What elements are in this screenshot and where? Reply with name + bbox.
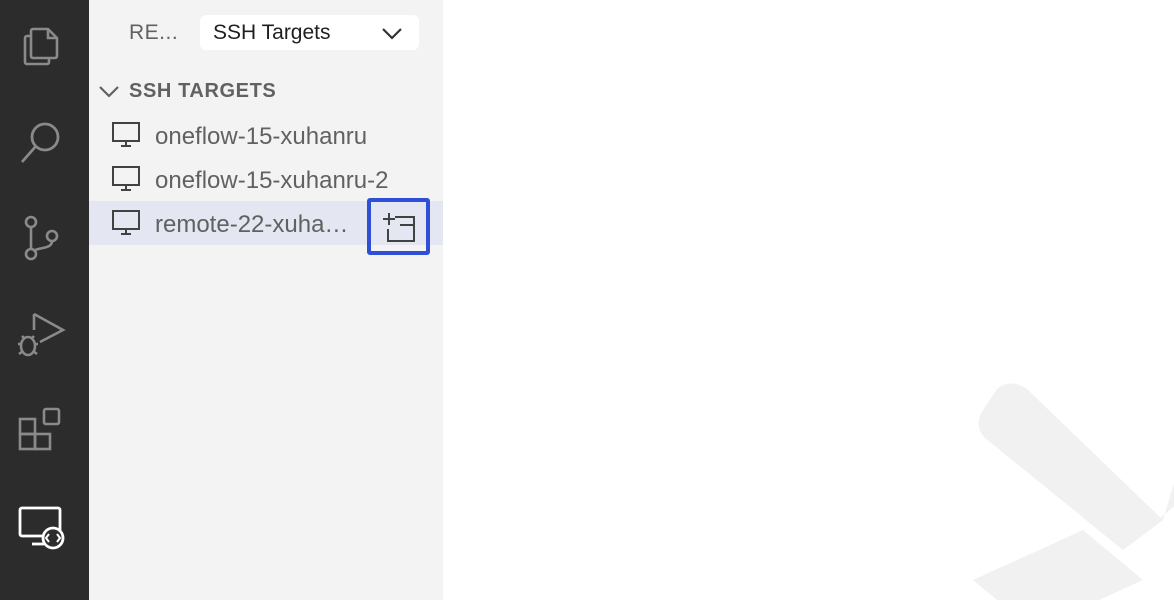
target-select-value: SSH Targets — [213, 21, 331, 44]
explorer-icon[interactable] — [16, 19, 66, 69]
monitor-icon — [112, 166, 140, 191]
ssh-target-label: oneflow-15-xuhanru — [155, 123, 368, 150]
search-icon[interactable] — [16, 117, 66, 167]
source-control-icon[interactable] — [16, 213, 66, 263]
new-window-icon — [382, 212, 415, 242]
connect-in-new-window-button[interactable] — [367, 198, 430, 255]
monitor-icon — [112, 210, 140, 235]
section-title: SSH TARGETS — [129, 80, 277, 102]
sidebar-header: RE... SSH Targets — [89, 0, 443, 64]
monitor-icon — [112, 122, 140, 147]
chevron-down-icon — [99, 86, 119, 98]
run-debug-icon[interactable] — [16, 308, 66, 358]
ssh-target-row[interactable]: oneflow-15-xuhanru-2 — [89, 157, 443, 201]
remote-explorer-sidebar: RE... SSH Targets SSH TARGETS oneflow-15… — [89, 0, 443, 600]
ssh-targets-section-header[interactable]: SSH TARGETS — [89, 72, 443, 108]
activity-bar — [0, 0, 89, 600]
vscode-watermark-logo — [973, 383, 1174, 600]
ssh-target-row[interactable]: oneflow-15-xuhanru — [89, 113, 443, 157]
ssh-target-label: remote-22-xuhanru — [155, 211, 353, 238]
remote-target-select[interactable]: SSH Targets — [200, 15, 419, 50]
ssh-target-row-selected[interactable]: remote-22-xuhanru — [89, 198, 443, 255]
remote-explorer-icon[interactable] — [16, 502, 66, 552]
ssh-target-label: oneflow-15-xuhanru-2 — [155, 167, 389, 194]
editor-area — [443, 0, 1174, 600]
chevron-down-icon — [382, 28, 402, 40]
vscode-window: RE... SSH Targets SSH TARGETS oneflow-15… — [0, 0, 1174, 600]
sidebar-title: RE... — [129, 21, 179, 44]
extensions-icon[interactable] — [16, 405, 66, 455]
